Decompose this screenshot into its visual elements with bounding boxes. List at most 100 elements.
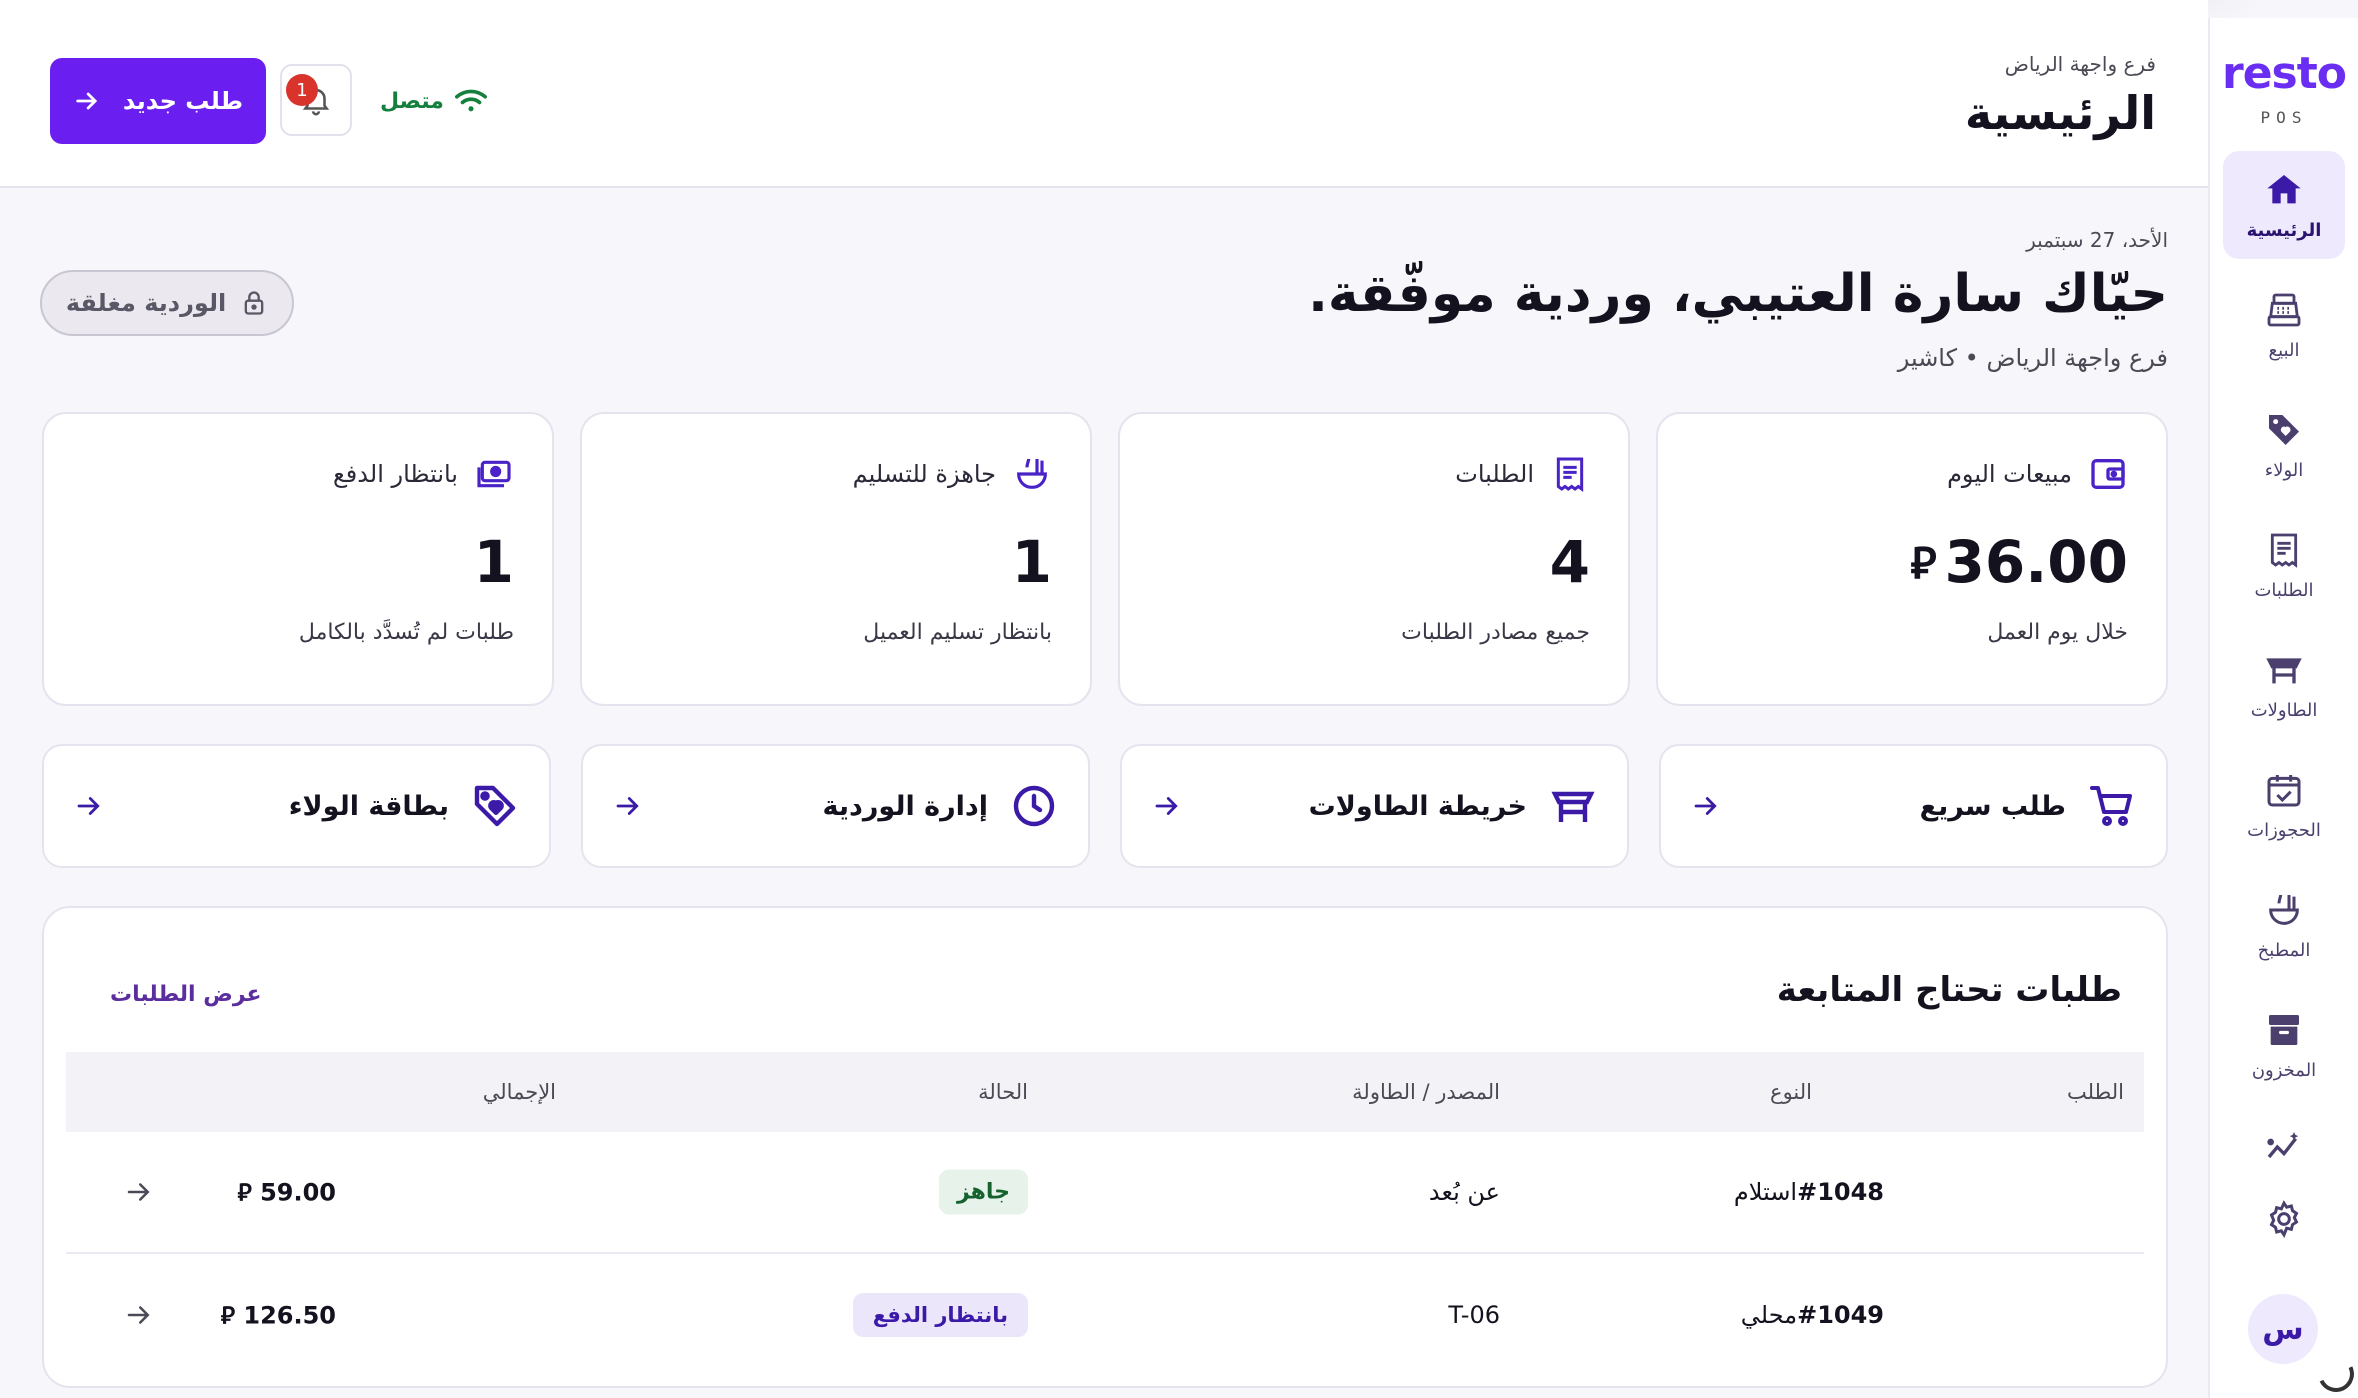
analytics-sparkle-icon <box>2267 1132 2299 1159</box>
riyal-currency-symbol: ⃁ <box>220 1301 236 1330</box>
table-row[interactable]: #1048استلام عن بُعد جاهز ⃁ 59.00 <box>66 1132 2144 1254</box>
arrow-right-icon <box>1155 797 1178 815</box>
clock-icon <box>1013 785 1055 827</box>
riyal-currency-symbol: ⃁ <box>1910 537 1937 589</box>
ladle-icon <box>1017 458 1047 489</box>
wallet-icon <box>2091 459 2125 489</box>
stat-title: جاهزة للتسليم <box>852 460 996 488</box>
quick-action-loyalty-card[interactable]: بطاقة الولاء <box>42 744 551 868</box>
stat-card-sales: مبيعات اليوم 36.00 ⃁ خلال يوم العمل <box>1656 412 2168 706</box>
quick-action-table-map[interactable]: خريطة الطاولات <box>1120 744 1629 868</box>
order-type-id: #1048استلام <box>1734 1178 1884 1206</box>
sidebar-item-analytics[interactable] <box>2223 1111 2345 1183</box>
stat-title: بانتظار الدفع <box>333 460 458 488</box>
orders-table-header: الطلب النوع المصدر / الطاولة الحالة الإج… <box>66 1052 2144 1132</box>
new-order-button[interactable]: طلب جديد <box>50 58 266 144</box>
quick-action-label: إدارة الوردية <box>822 790 988 822</box>
table-icon <box>1551 791 1595 822</box>
stat-header: بانتظار الدفع <box>82 454 514 494</box>
stat-subtitle: جميع مصادر الطلبات <box>1401 620 1590 645</box>
sidebar-item-label: الرئيسية <box>2246 219 2322 241</box>
stat-header: الطلبات <box>1158 454 1590 494</box>
connection-label: متصل <box>380 88 444 114</box>
stat-title: الطلبات <box>1455 460 1534 488</box>
order-source: عن بُعد <box>1428 1178 1500 1206</box>
sidebar-item-inventory[interactable]: المخزون <box>2223 991 2345 1099</box>
receipt-icon <box>2270 533 2298 568</box>
sidebar-item-sales[interactable]: البيع <box>2223 271 2345 379</box>
main-content: الأحد، 27 سبتمبر حيّاك سارة العتيبي، ورد… <box>0 188 2208 1398</box>
new-order-label: طلب جديد <box>122 87 244 115</box>
avatar[interactable]: س <box>2248 1294 2318 1364</box>
cash-note-icon <box>477 460 511 488</box>
arrow-right-icon[interactable] <box>124 1177 154 1207</box>
shift-status-label: الوردية مغلقة <box>65 289 227 317</box>
sidebar-item-label: الحجوزات <box>2247 819 2321 841</box>
loading-spinner-icon <box>2312 1350 2358 1398</box>
column-order: الطلب <box>2066 1080 2124 1104</box>
notification-badge: 1 <box>286 74 318 106</box>
stats-row: مبيعات اليوم 36.00 ⃁ خلال يوم العمل الطل… <box>42 412 2168 706</box>
sidebar-item-label: الطاولات <box>2250 699 2318 721</box>
stat-number: 36.00 <box>1944 528 2128 596</box>
stat-card-orders: الطلبات 4 جميع مصادر الطلبات <box>1118 412 1630 706</box>
stat-card-ready: جاهزة للتسليم 1 بانتظار تسليم العميل <box>580 412 1092 706</box>
arrow-right-icon[interactable] <box>124 1300 154 1330</box>
column-type: النوع <box>1770 1080 1812 1104</box>
brand: resto POS <box>2222 48 2347 127</box>
page-title: الرئيسية <box>1964 86 2156 140</box>
stat-subtitle: طلبات لم تُسدَّد بالكامل <box>298 620 514 645</box>
archive-box-icon <box>2269 1014 2299 1045</box>
cash-register-icon <box>2267 293 2301 326</box>
connection-status: متصل <box>380 86 488 116</box>
orders-followup-panel: طلبات تحتاج المتابعة عرض الطلبات الطلب ا… <box>42 906 2168 1388</box>
branch-role: فرع واجهة الرياض • كاشير <box>1897 344 2168 372</box>
quick-action-shift-management[interactable]: إدارة الوردية <box>581 744 1090 868</box>
brand-sub: POS <box>2260 108 2308 127</box>
sidebar-item-label: الطلبات <box>2254 579 2314 601</box>
sidebar-item-tables[interactable]: الطاولات <box>2223 631 2345 739</box>
lock-icon <box>244 291 264 315</box>
cart-icon <box>2090 786 2132 826</box>
orders-panel-title: طلبات تحتاج المتابعة <box>1776 970 2122 1010</box>
status-badge: جاهز <box>938 1169 1028 1215</box>
order-id: #1049 <box>1797 1301 1884 1329</box>
sidebar-item-orders[interactable]: الطلبات <box>2223 511 2345 619</box>
stat-value: 36.00 ⃁ <box>1696 528 2128 596</box>
view-orders-link[interactable]: عرض الطلبات <box>110 982 262 1007</box>
sidebar-item-reservations[interactable]: الحجوزات <box>2223 751 2345 859</box>
riyal-currency-symbol: ⃁ <box>237 1178 252 1207</box>
arrow-right-icon <box>1694 797 1717 815</box>
current-date: الأحد، 27 سبتمبر <box>2026 228 2168 252</box>
sidebar-item-home[interactable]: الرئيسية <box>2223 151 2345 259</box>
table-row[interactable]: #1049محلي T-06 بانتظار الدفع ⃁ 126.50 <box>66 1254 2144 1376</box>
home-icon <box>2267 174 2301 203</box>
order-total-value: 126.50 <box>243 1301 336 1330</box>
order-id: #1048 <box>1797 1178 1884 1206</box>
column-status: الحالة <box>978 1080 1028 1104</box>
kitchen-ladle-icon <box>2269 894 2299 925</box>
sidebar-nav: الرئيسية البيع الولاء الطلبات الطاولات ا… <box>2210 151 2358 1255</box>
stat-subtitle: خلال يوم العمل <box>1987 620 2128 645</box>
arrow-right-icon <box>77 797 100 815</box>
quick-actions: طلب سريع خريطة الطاولات إدارة الوردية بط… <box>42 744 2168 868</box>
quick-action-label: طلب سريع <box>1919 790 2066 822</box>
sidebar-item-settings[interactable] <box>2223 1183 2345 1255</box>
arrow-right-icon <box>76 92 98 110</box>
stat-value: 1 <box>1011 528 1052 596</box>
brand-logo: resto <box>2222 48 2347 99</box>
sidebar-item-loyalty[interactable]: الولاء <box>2223 391 2345 499</box>
arrow-right-icon <box>616 797 639 815</box>
calendar-check-icon <box>2267 774 2301 806</box>
shift-status-button[interactable]: الوردية مغلقة <box>40 270 294 336</box>
sidebar-item-kitchen[interactable]: المطبخ <box>2223 871 2345 979</box>
sidebar-item-label: المخزون <box>2251 1059 2317 1081</box>
order-type-id: #1049محلي <box>1741 1301 1884 1329</box>
quick-action-quick-order[interactable]: طلب سريع <box>1659 744 2168 868</box>
order-type: استلام <box>1733 1178 1798 1206</box>
receipt-icon <box>1556 457 1584 492</box>
stat-value: 1 <box>473 528 514 596</box>
loyalty-tag-icon <box>474 785 516 827</box>
status-badge: بانتظار الدفع <box>852 1293 1028 1337</box>
notifications-button[interactable]: 1 <box>280 64 352 136</box>
